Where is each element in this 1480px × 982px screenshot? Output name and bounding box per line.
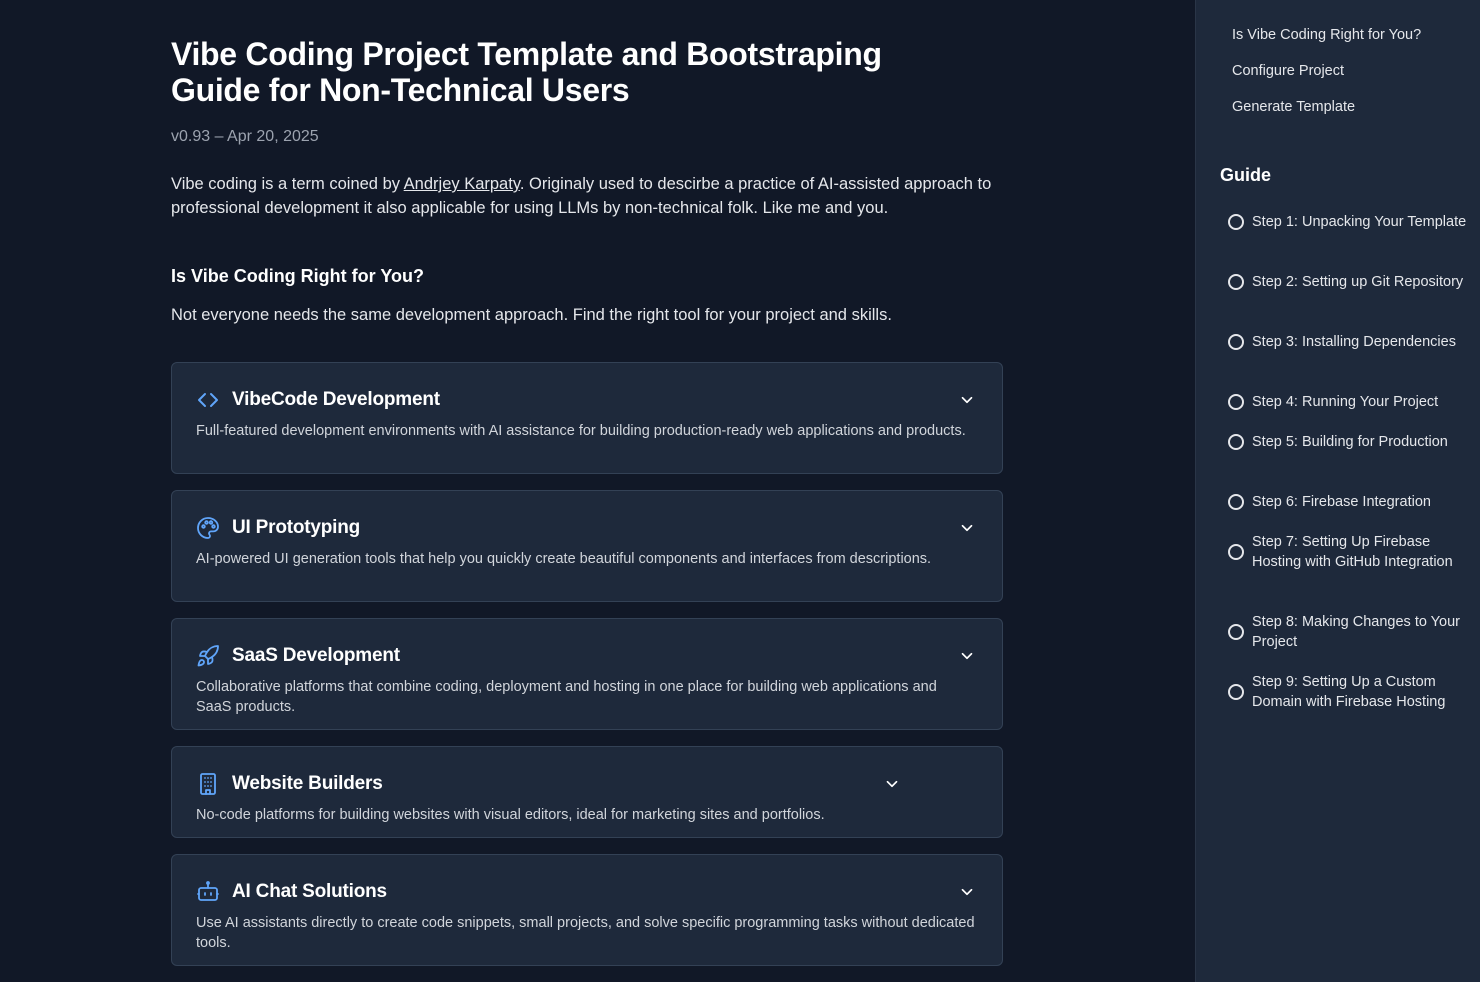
card-ai-chat-solutions[interactable]: AI Chat Solutions Use AI assistants dire… [171, 854, 1003, 966]
card-saas-development[interactable]: SaaS Development Collaborative platforms… [171, 618, 1003, 730]
step-label: Step 9: Setting Up a Custom Domain with … [1252, 674, 1446, 710]
page-title: Vibe Coding Project Template and Bootstr… [171, 36, 1003, 108]
step-label: Step 3: Installing Dependencies [1252, 334, 1456, 350]
step-status-circle-icon [1228, 544, 1244, 560]
article: Vibe Coding Project Template and Bootstr… [171, 36, 1003, 325]
card-header: Website Builders [196, 771, 383, 797]
step-status-circle-icon [1228, 684, 1244, 700]
card-ui-prototyping[interactable]: UI Prototyping AI-powered UI generation … [171, 490, 1003, 602]
chevron-down-icon[interactable] [958, 647, 976, 665]
guide-step-7[interactable]: Step 7: Setting Up Firebase Hosting with… [1228, 532, 1468, 572]
step-label: Step 8: Making Changes to Your Project [1252, 614, 1460, 650]
card-title: UI Prototyping [232, 517, 361, 538]
card-header: SaaS Development [196, 643, 400, 669]
step-status-circle-icon [1228, 494, 1244, 510]
card-description: No-code platforms for building websites … [196, 807, 825, 823]
card-description: Full-featured development environments w… [196, 423, 966, 439]
step-label: Step 1: Unpacking Your Template [1252, 214, 1467, 230]
card-vibecode-development[interactable]: VibeCode Development Full-featured devel… [171, 362, 1003, 474]
guide-step-1[interactable]: Step 1: Unpacking Your Template [1228, 212, 1468, 232]
building-icon [196, 772, 220, 796]
step-status-circle-icon [1228, 214, 1244, 230]
step-status-circle-icon [1228, 274, 1244, 290]
step-label: Step 6: Firebase Integration [1252, 494, 1431, 510]
main-content-area: Vibe Coding Project Template and Bootstr… [0, 0, 1195, 982]
chevron-down-icon[interactable] [958, 391, 976, 409]
page-title-line-1: Vibe Coding Project Template and Bootstr… [171, 36, 882, 72]
page-title-line-2: Guide for Non-Technical Users [171, 72, 630, 108]
step-label: Step 5: Building for Production [1252, 434, 1448, 450]
guide-step-2[interactable]: Step 2: Setting up Git Repository [1228, 272, 1468, 292]
chevron-down-icon[interactable] [958, 883, 976, 901]
version-date: v0.93 – Apr 20, 2025 [171, 128, 319, 145]
card-title: Website Builders [232, 773, 383, 794]
card-title: SaaS Development [232, 645, 400, 666]
sidebar: Is Vibe Coding Right for You? Configure … [1195, 0, 1480, 982]
code-icon [196, 388, 220, 412]
step-label: Step 7: Setting Up Firebase Hosting with… [1252, 534, 1453, 570]
card-header: UI Prototyping [196, 515, 360, 541]
step-status-circle-icon [1228, 394, 1244, 410]
step-status-circle-icon [1228, 624, 1244, 640]
card-website-builders[interactable]: Website Builders No-code platforms for b… [171, 746, 1003, 838]
toc-link-generate-template[interactable]: Generate Template [1232, 99, 1355, 115]
intro-text-before: Vibe coding is a term coined by [171, 175, 404, 193]
section-description: Not everyone needs the same development … [171, 306, 892, 324]
chevron-down-icon[interactable] [883, 775, 901, 793]
chevron-down-icon[interactable] [958, 519, 976, 537]
bot-icon [196, 880, 220, 904]
guide-step-8[interactable]: Step 8: Making Changes to Your Project [1228, 612, 1468, 652]
guide-step-4[interactable]: Step 4: Running Your Project [1228, 392, 1468, 412]
guide-step-5[interactable]: Step 5: Building for Production [1228, 432, 1468, 452]
rocket-icon [196, 644, 220, 668]
palette-icon [196, 516, 220, 540]
section-title: Is Vibe Coding Right for You? [171, 266, 424, 286]
card-description: Use AI assistants directly to create cod… [196, 915, 975, 951]
card-header: VibeCode Development [196, 387, 440, 413]
step-status-circle-icon [1228, 434, 1244, 450]
card-header: AI Chat Solutions [196, 879, 387, 905]
guide-step-3[interactable]: Step 3: Installing Dependencies [1228, 332, 1468, 352]
card-title: VibeCode Development [232, 389, 440, 410]
guide-step-9[interactable]: Step 9: Setting Up a Custom Domain with … [1228, 672, 1468, 712]
card-description: Collaborative platforms that combine cod… [196, 679, 937, 715]
guide-heading: Guide [1220, 165, 1272, 185]
guide-step-6[interactable]: Step 6: Firebase Integration [1228, 492, 1468, 512]
step-status-circle-icon [1228, 334, 1244, 350]
intro-paragraph: Vibe coding is a term coined by Andrjey … [171, 172, 1003, 220]
toc-link-is-vibe-coding-right[interactable]: Is Vibe Coding Right for You? [1232, 27, 1421, 43]
card-title: AI Chat Solutions [232, 881, 387, 902]
step-label: Step 2: Setting up Git Repository [1252, 274, 1464, 290]
toc-link-configure-project[interactable]: Configure Project [1232, 63, 1344, 79]
card-description: AI-powered UI generation tools that help… [196, 551, 932, 567]
step-label: Step 4: Running Your Project [1252, 394, 1439, 410]
author-link[interactable]: Andrjey Karpaty [404, 175, 520, 193]
